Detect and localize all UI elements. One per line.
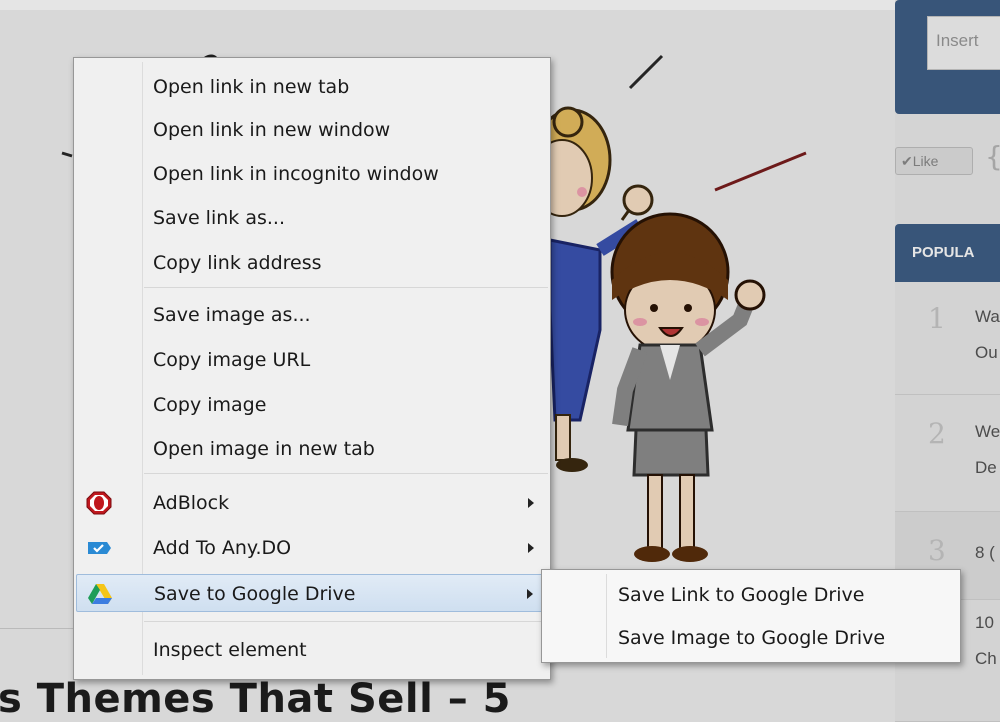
popular-posts-header: POPULA — [895, 224, 1000, 282]
menu-item-label: Save link as... — [153, 207, 285, 229]
menu-item-open-image-new-tab[interactable]: Open image in new tab — [76, 430, 548, 468]
menu-item-label: Open link in new window — [153, 119, 391, 141]
menu-item-open-link-new-tab[interactable]: Open link in new tab — [76, 68, 548, 106]
popular-post-title-line1: Wa — [975, 307, 1000, 326]
search-input[interactable]: Insert — [927, 16, 1000, 70]
search-widget: Insert — [895, 0, 1000, 114]
menu-item-label: Inspect element — [153, 639, 307, 661]
adblock-icon — [86, 491, 112, 515]
submenu-arrow-icon — [527, 589, 533, 599]
like-count-bracket: { — [985, 140, 1000, 173]
menu-item-label: Save to Google Drive — [154, 583, 356, 605]
popular-post-number: 3 — [928, 534, 946, 567]
menu-separator — [144, 621, 548, 622]
menu-item-copy-image[interactable]: Copy image — [76, 386, 548, 424]
menu-item-label: Save image as... — [153, 304, 311, 326]
menu-item-label: Open image in new tab — [153, 438, 375, 460]
like-button[interactable]: ✔Like — [895, 147, 973, 175]
menu-item-add-to-anydo[interactable]: Add To Any.DO — [76, 529, 548, 567]
popular-post-item[interactable]: 1 Wa Ou — [895, 282, 1000, 395]
menu-item-label: Copy image — [153, 394, 267, 416]
popular-post-title-line2: Ch — [975, 649, 997, 668]
popular-post-title-line2: De — [975, 458, 997, 477]
menu-separator — [144, 287, 548, 288]
menu-item-copy-link-address[interactable]: Copy link address — [76, 244, 548, 282]
menu-item-adblock[interactable]: AdBlock — [76, 484, 548, 522]
submenu-item-save-link-to-drive[interactable]: Save Link to Google Drive — [544, 575, 958, 615]
submenu-item-label: Save Link to Google Drive — [618, 584, 865, 606]
menu-item-inspect-element[interactable]: Inspect element — [76, 631, 548, 669]
popular-post-title-line1: We — [975, 422, 1000, 441]
submenu-item-label: Save Image to Google Drive — [618, 627, 886, 649]
menu-item-copy-image-url[interactable]: Copy image URL — [76, 341, 548, 379]
submenu-arrow-icon — [528, 498, 534, 508]
menu-item-label: Copy image URL — [153, 349, 311, 371]
top-strip — [0, 0, 1000, 10]
girl-brunette — [610, 212, 766, 562]
menu-item-label: Open link in incognito window — [153, 163, 439, 185]
menu-item-open-link-new-window[interactable]: Open link in new window — [76, 111, 548, 149]
menu-item-label: Open link in new tab — [153, 76, 350, 98]
popular-post-number: 1 — [928, 302, 946, 335]
google-drive-icon — [88, 584, 112, 604]
menu-item-save-to-google-drive[interactable]: Save to Google Drive — [76, 574, 548, 612]
popular-post-title-line1: 8 ( — [975, 543, 995, 562]
article-headline[interactable]: s Themes That Sell – 5 — [0, 676, 511, 722]
menu-item-label: AdBlock — [153, 492, 230, 514]
submenu-arrow-icon — [528, 543, 534, 553]
popular-post-title-line1: 10 — [975, 613, 994, 632]
popular-post-number: 2 — [928, 417, 946, 450]
popular-post-item[interactable]: 2 We De — [895, 395, 1000, 512]
menu-item-save-link-as[interactable]: Save link as... — [76, 199, 548, 237]
submenu-item-save-image-to-drive[interactable]: Save Image to Google Drive — [544, 618, 958, 658]
menu-item-save-image-as[interactable]: Save image as... — [76, 296, 548, 334]
menu-item-label: Copy link address — [153, 252, 322, 274]
google-drive-submenu: Save Link to Google Drive Save Image to … — [541, 569, 961, 663]
anydo-icon — [88, 542, 111, 554]
popular-post-title-line2: Ou — [975, 343, 998, 362]
context-menu: Open link in new tab Open link in new wi… — [73, 57, 551, 680]
menu-item-label: Add To Any.DO — [153, 537, 292, 559]
menu-item-open-link-incognito[interactable]: Open link in incognito window — [76, 155, 548, 193]
menu-separator — [144, 473, 548, 474]
